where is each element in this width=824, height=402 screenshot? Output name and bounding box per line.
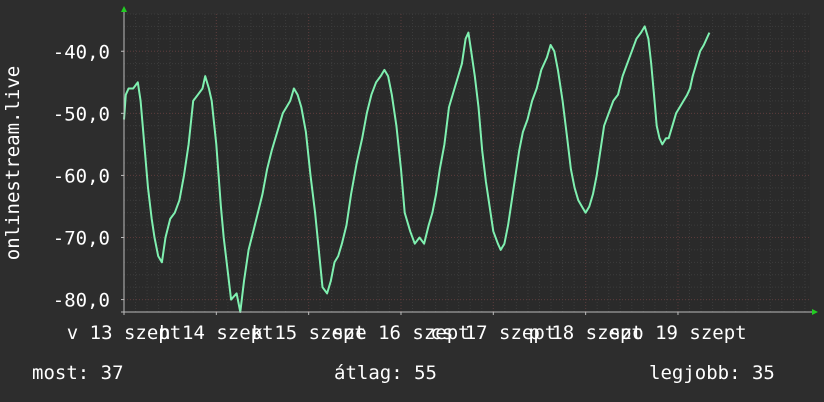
stat-current: most: 37 bbox=[32, 362, 124, 384]
y-axis-label: onlinestream.live bbox=[2, 66, 24, 260]
y-tick-label: -40,0 bbox=[53, 41, 110, 63]
y-ticks: -80,0 -70,0 -60,0 -50,0 -40,0 bbox=[53, 41, 124, 312]
chart: -80,0 -70,0 -60,0 -50,0 -40,0 v 13 szepth 14… bbox=[2, 6, 818, 344]
x-tick-label: szo 19 szept bbox=[609, 322, 746, 344]
y-tick-label: -70,0 bbox=[53, 228, 110, 250]
y-tick-label: -60,0 bbox=[53, 165, 110, 187]
x-ticks: v 13 szepth 14 szeptk 15 szeptsze 16 sze… bbox=[67, 312, 747, 344]
y-tick-label: -80,0 bbox=[53, 290, 110, 312]
y-axis-arrow-icon bbox=[121, 6, 127, 12]
x-axis-arrow-icon bbox=[812, 309, 818, 315]
stat-best: legjobb: 35 bbox=[649, 362, 775, 384]
y-tick-label: -50,0 bbox=[53, 103, 110, 125]
stat-average: átlag: 55 bbox=[334, 362, 437, 384]
